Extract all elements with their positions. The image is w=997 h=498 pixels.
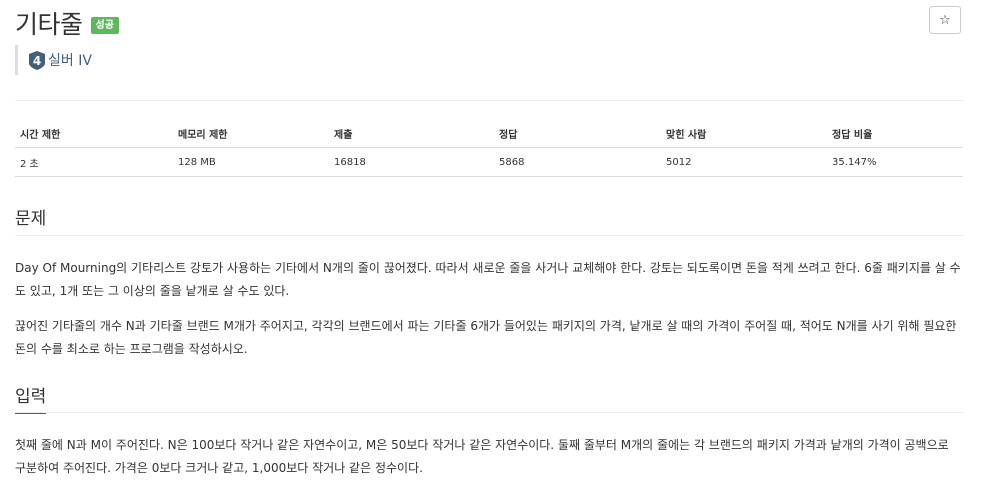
input-section-divider — [15, 412, 963, 413]
problem-section-divider — [15, 235, 963, 236]
problem-header: 기타줄 성공 — [15, 5, 119, 41]
col-submissions: 제출 — [329, 120, 494, 148]
accept-ratio-value: 35.147% — [827, 147, 963, 177]
status-badge: 성공 — [90, 16, 119, 34]
col-time-limit: 시간 제한 — [15, 120, 173, 148]
header-divider — [15, 100, 963, 101]
col-solved-users: 맞힌 사람 — [661, 120, 827, 148]
problem-description-p2: 끊어진 기타줄의 개수 N과 기타줄 브랜드 M개가 주어지고, 각각의 브랜드… — [15, 319, 957, 356]
table-row: 2 초 128 MB 16818 5868 5012 35.147% — [15, 147, 963, 177]
problem-title: 기타줄 — [15, 10, 83, 39]
solved-users-value: 5012 — [661, 147, 827, 177]
col-accept-ratio: 정답 비율 — [827, 120, 963, 148]
col-memory-limit: 메모리 제한 — [173, 120, 329, 148]
input-description: 첫째 줄에 N과 M이 주어진다. N은 100보다 작거나 같은 자연수이고,… — [15, 438, 949, 475]
submissions-value: 16818 — [329, 147, 494, 177]
star-icon: ☆ — [939, 12, 951, 28]
tier-label: 실버 IV — [48, 53, 92, 69]
problem-info-table: 시간 제한 메모리 제한 제출 정답 맞힌 사람 정답 비율 2 초 128 M… — [15, 120, 963, 177]
table-header-row: 시간 제한 메모리 제한 제출 정답 맞힌 사람 정답 비율 — [15, 120, 963, 148]
tier-number: 4 — [33, 54, 41, 68]
col-accepted: 정답 — [494, 120, 661, 148]
accepted-value: 5868 — [494, 147, 661, 177]
silver-tier-icon: 4 — [29, 50, 45, 70]
problem-description-p1: Day Of Mourning의 기타리스트 강토가 사용하는 기타에서 N개의… — [15, 261, 961, 298]
favorite-star-button[interactable]: ☆ — [929, 6, 961, 34]
time-limit-value: 2 초 — [15, 147, 173, 177]
memory-limit-value: 128 MB — [173, 147, 329, 177]
problem-section-heading: 문제 — [15, 204, 47, 236]
tier-info: 4 실버 IV — [15, 45, 92, 75]
input-section-heading: 입력 — [15, 382, 47, 414]
